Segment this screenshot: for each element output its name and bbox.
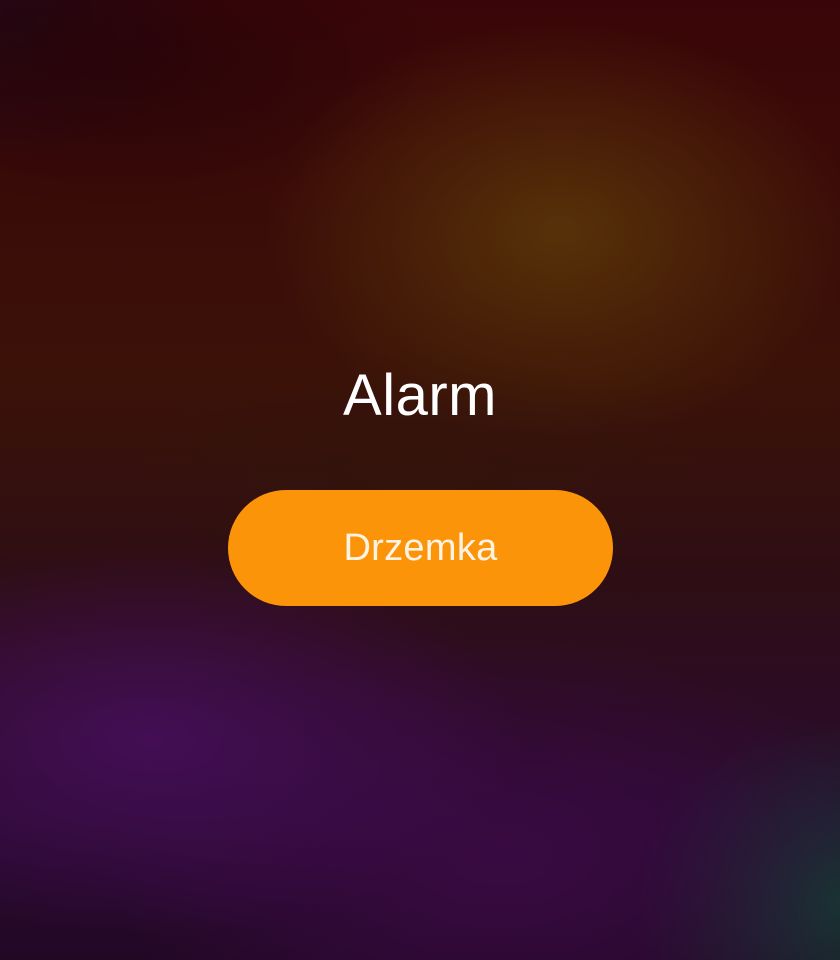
alarm-title: Alarm	[343, 363, 497, 428]
snooze-button[interactable]: Drzemka	[228, 490, 613, 606]
wallpaper-background	[0, 0, 840, 960]
snooze-button-label: Drzemka	[343, 526, 498, 569]
alarm-screen: Alarm Drzemka	[0, 0, 840, 960]
